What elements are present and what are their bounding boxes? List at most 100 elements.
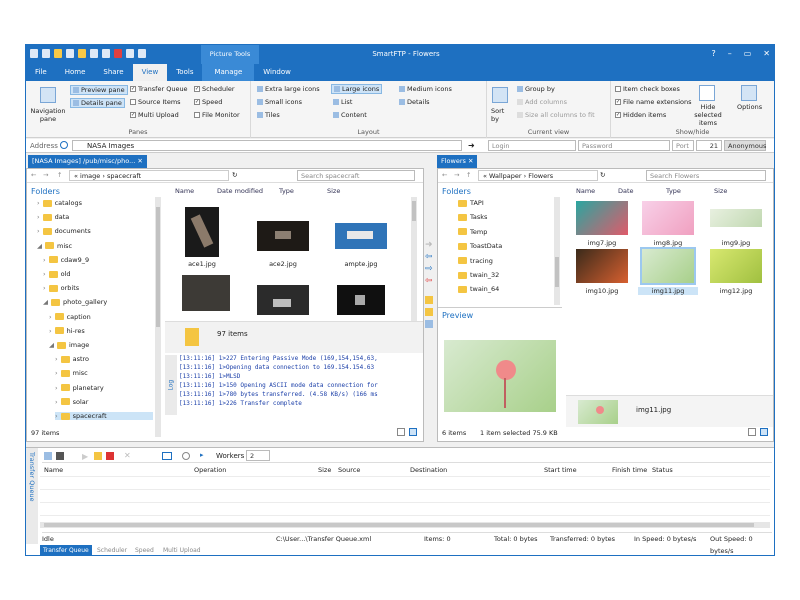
right-tree-item[interactable]: twain_64: [458, 285, 499, 293]
col-date-modified[interactable]: Date modified: [217, 187, 263, 195]
anonymous-button[interactable]: Anonymous: [724, 140, 766, 151]
stop-arrow-icon[interactable]: ⇦: [425, 276, 437, 286]
layout-list[interactable]: List: [333, 98, 352, 106]
queue-col-header[interactable]: Destination: [410, 466, 447, 474]
queue-col-header[interactable]: Source: [338, 466, 360, 474]
tree-item[interactable]: › catalogs: [37, 199, 153, 207]
col-name[interactable]: Name: [175, 187, 194, 195]
thumbnail-view-icon[interactable]: [409, 428, 417, 436]
size-all-columns-button[interactable]: Size all columns to fit: [517, 111, 595, 119]
app-icon[interactable]: [30, 49, 38, 58]
tree-item[interactable]: ◢ photo_gallery: [43, 298, 153, 306]
file-thumbnail-ace1[interactable]: [185, 207, 219, 257]
navigation-pane-button[interactable]: Navigation pane: [30, 107, 66, 123]
queue-col-header[interactable]: Start time: [544, 466, 577, 474]
queue-h-scrollbar[interactable]: [40, 522, 770, 528]
queue-stop-icon[interactable]: [106, 452, 114, 460]
log-tab[interactable]: Log: [165, 355, 177, 415]
tab-home[interactable]: Home: [56, 64, 95, 81]
tree-item[interactable]: › caption: [49, 313, 153, 321]
expand-icon[interactable]: ›: [55, 369, 58, 377]
tree-item[interactable]: › cdaw9_9: [43, 256, 153, 264]
right-col-date[interactable]: Date: [618, 187, 634, 195]
expand-icon[interactable]: ›: [37, 213, 40, 221]
preview-pane-button[interactable]: Preview pane: [70, 85, 128, 95]
forward-icon[interactable]: →: [43, 171, 48, 179]
file-name[interactable]: img9.jpg: [706, 239, 766, 247]
layout-medium-icons[interactable]: Medium icons: [399, 85, 452, 93]
options-button[interactable]: Options: [737, 103, 762, 111]
tree-item[interactable]: › orbits: [43, 284, 153, 292]
expand-icon[interactable]: ›: [43, 284, 46, 292]
right-forward-icon[interactable]: →: [454, 171, 459, 179]
right-search-input[interactable]: Search Flowers: [646, 170, 766, 181]
right-view-toggle-icon[interactable]: [748, 428, 756, 436]
multi-upload-checkbox[interactable]: ✓ Multi Upload: [130, 111, 179, 119]
right-tree-scrollbar[interactable]: [554, 197, 560, 305]
layout-details[interactable]: Details: [399, 98, 430, 106]
workers-spinner[interactable]: 2: [246, 450, 270, 461]
queue-tab[interactable]: Multi Upload: [160, 545, 204, 555]
queue-speed-icon[interactable]: [182, 452, 190, 460]
right-back-icon[interactable]: ←: [442, 171, 447, 179]
right-tree-item[interactable]: tracing: [458, 257, 493, 265]
file-name[interactable]: img11.jpg: [638, 287, 698, 295]
speed-checkbox[interactable]: ✓ Speed: [194, 98, 222, 106]
save-icon[interactable]: [66, 49, 74, 58]
add-columns-button[interactable]: Add columns: [517, 98, 567, 106]
file-thumbnail-ampte[interactable]: [335, 223, 387, 249]
close-button[interactable]: ✕: [763, 49, 770, 58]
maximize-button[interactable]: ▭: [744, 49, 752, 58]
help-button[interactable]: ?: [711, 49, 715, 58]
file-monitor-checkbox[interactable]: File Monitor: [194, 111, 240, 119]
queue-col-header[interactable]: Operation: [194, 466, 226, 474]
expand-icon[interactable]: ›: [55, 398, 58, 406]
tree-item[interactable]: › hi-res: [49, 327, 153, 335]
file-name-extensions-checkbox[interactable]: ✓ File name extensions: [615, 98, 692, 106]
source-items-checkbox[interactable]: Source Items: [130, 98, 181, 106]
queue-col-header[interactable]: Status: [652, 466, 673, 474]
folder-sync-icon[interactable]: [425, 308, 433, 316]
col-size[interactable]: Size: [327, 187, 340, 195]
expand-icon[interactable]: ◢: [49, 341, 54, 349]
tree-item[interactable]: › misc: [55, 369, 153, 377]
queue-tab[interactable]: Scheduler: [94, 545, 130, 555]
sort-by-button[interactable]: Sort by: [491, 107, 511, 123]
up-icon[interactable]: ↑: [57, 171, 62, 179]
password-input[interactable]: Password: [578, 140, 670, 151]
tab-share[interactable]: Share: [94, 64, 132, 81]
tree-item[interactable]: ◢ misc: [37, 242, 153, 250]
queue-col-header[interactable]: Size: [318, 466, 331, 474]
tab-tools[interactable]: Tools: [167, 64, 202, 81]
file-name[interactable]: img7.jpg: [572, 239, 632, 247]
layout-extra-large-icons[interactable]: Extra large icons: [257, 85, 320, 93]
right-up-icon[interactable]: ↑: [466, 171, 471, 179]
file-thumbnail-5[interactable]: [257, 285, 309, 315]
tab-window[interactable]: Window: [254, 64, 300, 81]
undo-icon[interactable]: [90, 49, 98, 58]
file-thumbnail[interactable]: [576, 201, 628, 235]
item-check-boxes-checkbox[interactable]: Item check boxes: [615, 85, 680, 93]
group-by-button[interactable]: Group by: [517, 85, 555, 93]
tab-manage[interactable]: Manage: [202, 64, 255, 81]
expand-icon[interactable]: ›: [49, 313, 52, 321]
right-thumbnail-view-icon[interactable]: [760, 428, 768, 436]
transfer-queue-side-tab[interactable]: Transfer Queue: [26, 448, 38, 544]
col-type[interactable]: Type: [279, 187, 294, 195]
tree-item[interactable]: › astro: [55, 355, 153, 363]
address-input[interactable]: NASA Images: [72, 140, 462, 151]
queue-view-icon[interactable]: [162, 452, 172, 460]
tree-item[interactable]: › old: [43, 270, 153, 278]
queue-tab[interactable]: Transfer Queue: [40, 545, 92, 555]
queue-tab[interactable]: Speed: [132, 545, 157, 555]
queue-start-icon[interactable]: ▶: [82, 452, 88, 461]
right-tree-item[interactable]: ToastData: [458, 242, 502, 250]
left-tree-scrollbar[interactable]: [155, 197, 161, 437]
upload-arrow-icon[interactable]: ➜: [425, 240, 437, 250]
left-path-breadcrumb[interactable]: « image › spacecraft: [69, 170, 229, 181]
file-name-ampte[interactable]: ampte.jpg: [331, 260, 391, 268]
delete-icon[interactable]: [114, 49, 122, 58]
expand-icon[interactable]: ›: [43, 256, 46, 264]
expand-icon[interactable]: ◢: [43, 298, 48, 306]
tab-view[interactable]: View: [132, 64, 168, 81]
